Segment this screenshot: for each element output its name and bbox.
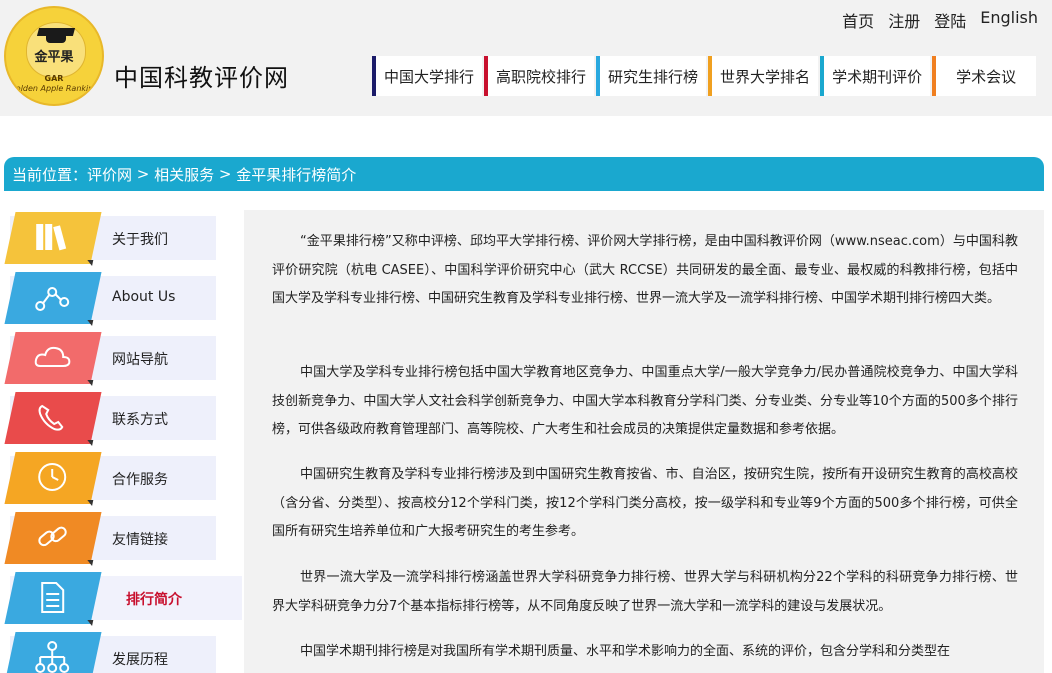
nav-label: 学术会议 — [956, 67, 1017, 86]
sidebar-item-label: About Us — [112, 289, 176, 305]
logo-ring-text: Golden Apple Ranking — [9, 84, 99, 93]
sidebar: 关于我们 About Us 网站导航 联系方式 合作服务 友情链接 排行简介 发… — [0, 208, 244, 673]
sidebar-item-label: 关于我们 — [112, 232, 168, 248]
breadcrumb-separator: > — [214, 165, 237, 183]
breadcrumb: 当前位置： 评价网 > 相关服务 > 金平果排行榜简介 — [4, 157, 1044, 191]
nav-label: 研究生排行榜 — [608, 67, 699, 86]
login-link[interactable]: 登陆 — [934, 8, 966, 32]
breadcrumb-item-current: 金平果排行榜简介 — [236, 165, 357, 184]
graduation-cap-base-icon — [46, 35, 66, 43]
top-links: 首页 注册 登陆 English — [842, 8, 1038, 32]
nav-vocational-ranking[interactable]: 高职院校排行 — [484, 56, 595, 96]
document-icon — [4, 572, 102, 624]
nav-label: 中国大学排行 — [384, 67, 475, 86]
nav-china-university-ranking[interactable]: 中国大学排行 — [372, 56, 483, 96]
sidebar-item-label: 联系方式 — [112, 412, 168, 428]
sidebar-item-label: 发展历程 — [112, 652, 168, 668]
sidebar-item-contact[interactable]: 联系方式 — [4, 392, 216, 444]
main-nav: 中国大学排行 高职院校排行 研究生排行榜 世界大学排名 学术期刊评价 学术会议 — [372, 56, 1038, 96]
breadcrumb-separator: > — [132, 165, 155, 183]
sidebar-item-label: 合作服务 — [112, 472, 168, 488]
nav-label: 世界大学排名 — [720, 67, 811, 86]
sidebar-item-label: 网站导航 — [112, 352, 168, 368]
intro-paragraph: “金平果排行榜”又称中评榜、邱均平大学排行榜、评价网大学排行榜，是由中国科教评价… — [272, 234, 1018, 306]
site-title[interactable]: 中国科教评价网 — [114, 58, 289, 93]
link-icon — [4, 512, 102, 564]
home-link[interactable]: 首页 — [842, 8, 874, 32]
golden-apple-logo[interactable]: 金平果 GAR Golden Apple Ranking — [4, 6, 104, 106]
clock-icon — [4, 452, 102, 504]
nav-graduate-ranking[interactable]: 研究生排行榜 — [596, 56, 707, 96]
breadcrumb-item-services[interactable]: 相关服务 — [154, 164, 214, 185]
main-content: “金平果排行榜”又称中评榜、邱均平大学排行榜、评价网大学排行榜，是由中国科教评价… — [244, 210, 1044, 673]
sidebar-item-ranking-intro[interactable]: 排行简介 — [4, 572, 242, 624]
org-chart-icon — [4, 632, 102, 673]
nav-world-university-ranking[interactable]: 世界大学排名 — [708, 56, 819, 96]
logo-abbr: GAR — [44, 74, 64, 83]
nav-journal-evaluation[interactable]: 学术期刊评价 — [820, 56, 931, 96]
world-university-paragraph: 世界一流大学及一流学科排行榜涵盖世界大学科研竞争力排行榜、世界大学与科研机构分2… — [272, 570, 1018, 614]
books-icon — [4, 212, 102, 264]
sidebar-item-site-nav[interactable]: 网站导航 — [4, 332, 216, 384]
phone-icon — [4, 392, 102, 444]
sidebar-item-about-us[interactable]: About Us — [4, 272, 216, 324]
site-header: 金平果 GAR Golden Apple Ranking 中国科教评价网 首页 … — [0, 0, 1052, 116]
english-link[interactable]: English — [980, 8, 1038, 32]
sidebar-item-label: 友情链接 — [112, 532, 168, 548]
share-network-icon — [4, 272, 102, 324]
breadcrumb-prefix: 当前位置： — [12, 165, 88, 184]
cloud-icon — [4, 332, 102, 384]
sidebar-item-cooperation[interactable]: 合作服务 — [4, 452, 216, 504]
nav-label: 学术期刊评价 — [832, 67, 923, 86]
journal-paragraph: 中国学术期刊排行榜是对我国所有学术期刊质量、水平和学术影响力的全面、系统的评价，… — [300, 644, 951, 659]
register-link[interactable]: 注册 — [888, 8, 920, 32]
graduate-paragraph: 中国研究生教育及学科专业排行榜涉及到中国研究生教育按省、市、自治区，按研究生院，… — [272, 467, 1018, 539]
breadcrumb-item-home[interactable]: 评价网 — [87, 164, 132, 185]
nav-academic-conference[interactable]: 学术会议 — [932, 56, 1037, 96]
sidebar-item-about[interactable]: 关于我们 — [4, 212, 216, 264]
nav-label: 高职院校排行 — [496, 67, 587, 86]
sidebar-item-label: 排行简介 — [126, 592, 182, 608]
sidebar-item-history[interactable]: 发展历程 — [4, 632, 216, 673]
sidebar-item-friend-links[interactable]: 友情链接 — [4, 512, 216, 564]
logo-mark: 金平果 — [34, 50, 74, 65]
china-university-paragraph: 中国大学及学科专业排行榜包括中国大学教育地区竞争力、中国重点大学/一般大学竞争力… — [272, 365, 1018, 437]
